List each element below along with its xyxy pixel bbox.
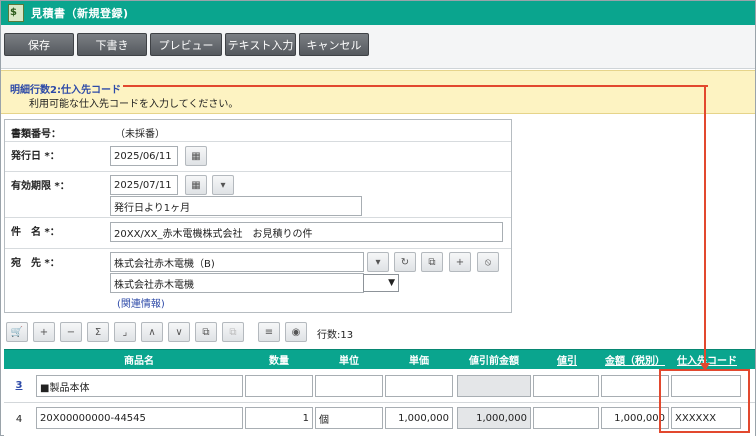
row-count: 行数:13: [317, 330, 354, 341]
unit-cell[interactable]: 個: [315, 407, 383, 429]
header-form: 書類番号： （未採番） 発行日 *： 2025/06/11 ▦ 有効期限 *： …: [4, 119, 512, 313]
doc-number-value: （未採番）: [115, 129, 165, 140]
window-title: 見積書（新規登録): [31, 7, 129, 20]
clear-icon[interactable]: ⦸: [477, 252, 499, 272]
cancel-button[interactable]: キャンセル: [299, 33, 369, 56]
col-header-discount[interactable]: 値引: [534, 350, 600, 369]
expiry-note-input[interactable]: 発行日より1ヶ月: [110, 196, 362, 216]
preview-button[interactable]: プレビュー: [150, 33, 222, 56]
product-cell[interactable]: 20X00000000-44545: [36, 407, 243, 429]
issue-date-row: 発行日 *： 2025/06/11 ▦: [5, 142, 511, 172]
recipient-honorific-select[interactable]: ▼: [363, 274, 399, 292]
dropdown-icon[interactable]: ▾: [212, 175, 234, 195]
chevron-down-icon: ▼: [388, 278, 395, 288]
callout-line: [704, 85, 706, 365]
info-message: 利用可能な仕入先コードを入力してください。: [29, 99, 239, 110]
issue-date-input[interactable]: 2025/06/11: [110, 146, 178, 166]
calendar-icon[interactable]: ▦: [185, 146, 207, 166]
product-cell[interactable]: ■製品本体: [36, 375, 243, 397]
discount-cell[interactable]: [533, 407, 599, 429]
recipient-row: 宛 先 *： 株式会社赤木電機（B) ▾ ↻ ⧉ + ⦸ 株式会社赤木電機 ▼ …: [5, 249, 511, 313]
info-message-bar: 明細行数2:仕入先コード 利用可能な仕入先コードを入力してください。: [1, 70, 755, 114]
copy-row-icon[interactable]: ⧉: [195, 322, 217, 342]
recipient-company-input[interactable]: 株式会社赤木電機: [110, 273, 364, 293]
doc-number-row: 書類番号： （未採番）: [5, 120, 511, 142]
expiry-row: 有効期限 *： 2025/07/11 ▦ ▾ 発行日より1ヶ月: [5, 172, 511, 218]
sigma-icon[interactable]: Σ: [87, 322, 109, 342]
down-icon[interactable]: ∨: [168, 322, 190, 342]
expiry-date-input[interactable]: 2025/07/11: [110, 175, 178, 195]
row-number: 4: [15, 414, 23, 425]
pre-discount-cell: 1,000,000: [457, 407, 531, 429]
copy-icon[interactable]: ⧉: [421, 252, 443, 272]
minus-icon[interactable]: −: [60, 322, 82, 342]
grid-header: 商品名 数量 単位 単価 値引前金額 値引 金額（税別） 仕入先コード: [4, 349, 755, 369]
discount-cell[interactable]: [533, 375, 599, 397]
up-icon[interactable]: ∧: [141, 322, 163, 342]
table-row: 3 ■製品本体: [4, 369, 755, 403]
expiry-label: 有効期限 *：: [11, 181, 70, 192]
align-icon[interactable]: ≡: [258, 322, 280, 342]
qty-cell[interactable]: [245, 375, 313, 397]
cart-icon[interactable]: 🛒: [6, 322, 28, 342]
info-title: 明細行数2:仕入先コード: [10, 85, 121, 96]
plus-icon[interactable]: +: [449, 252, 471, 272]
col-header-qty[interactable]: 数量: [244, 350, 314, 369]
plus-icon[interactable]: +: [33, 322, 55, 342]
save-button[interactable]: 保存: [4, 33, 74, 56]
doc-number-label: 書類番号：: [11, 129, 61, 140]
action-toolbar: 保存 下書き プレビュー テキスト入力 キャンセル: [1, 25, 755, 69]
col-header-price[interactable]: 単価: [384, 350, 454, 369]
recipient-label: 宛 先 *：: [11, 258, 60, 269]
subject-label: 件 名 *：: [11, 227, 60, 238]
eye-icon[interactable]: ◉: [285, 322, 307, 342]
callout-line: [123, 85, 708, 87]
subject-row: 件 名 *： 20XX/XX_赤木電機株式会社 お見積りの件: [5, 218, 511, 249]
callout-highlight: [659, 369, 750, 433]
subtotal-icon[interactable]: ⌟: [114, 322, 136, 342]
app-icon: $: [8, 4, 24, 22]
calendar-icon[interactable]: ▦: [185, 175, 207, 195]
text-input-button[interactable]: テキスト入力: [225, 33, 296, 56]
price-cell[interactable]: [385, 375, 453, 397]
title-bar: $ 見積書（新規登録): [1, 1, 755, 25]
col-header-amount[interactable]: 金額（税別）: [600, 350, 670, 369]
dropdown-icon[interactable]: ▾: [367, 252, 389, 272]
col-header-product[interactable]: 商品名: [34, 350, 244, 369]
qty-cell[interactable]: 1: [245, 407, 313, 429]
row-number-link[interactable]: 3: [4, 369, 34, 402]
recipient-input[interactable]: 株式会社赤木電機（B): [110, 252, 364, 272]
price-cell[interactable]: 1,000,000: [385, 407, 453, 429]
paste-row-icon[interactable]: ⧉: [222, 322, 244, 342]
subject-input[interactable]: 20XX/XX_赤木電機株式会社 お見積りの件: [110, 222, 503, 242]
draft-button[interactable]: 下書き: [77, 33, 147, 56]
col-header-pre-discount[interactable]: 値引前金額: [454, 350, 534, 369]
pre-discount-cell: [457, 375, 531, 397]
table-row: 4 20X00000000-44545 1 個 1,000,000 1,000,…: [4, 403, 755, 436]
related-info-link[interactable]: (関連情報): [117, 295, 165, 310]
unit-cell[interactable]: [315, 375, 383, 397]
col-header-unit[interactable]: 単位: [314, 350, 384, 369]
issue-date-label: 発行日 *：: [11, 151, 60, 162]
refresh-icon[interactable]: ↻: [394, 252, 416, 272]
